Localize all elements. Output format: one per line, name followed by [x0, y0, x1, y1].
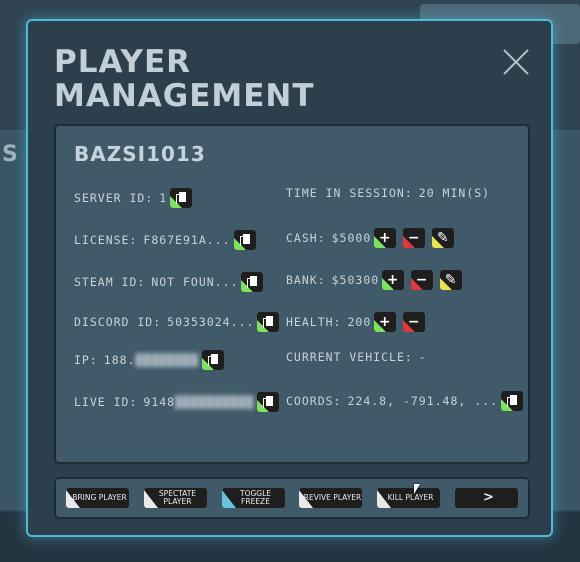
cash-value: $5000	[331, 231, 372, 245]
copy-icon	[263, 396, 274, 408]
cash-label: CASH:	[286, 231, 326, 245]
steam-id-value: NOT FOUN...	[151, 275, 239, 289]
current-vehicle-label: CURRENT VEHICLE:	[286, 350, 413, 364]
bring-player-button[interactable]: BRING PLAYER	[66, 488, 129, 508]
player-name: BAZSI1013	[74, 142, 206, 166]
minus-icon: −	[415, 272, 429, 288]
coords-field: COORDS: 224.8, -791.48, ...	[286, 391, 524, 411]
license-label: LICENSE:	[74, 233, 138, 247]
server-id-value: 1	[159, 191, 168, 205]
copy-live-id-button[interactable]	[257, 392, 280, 412]
copy-icon	[239, 234, 250, 246]
spectate-player-button[interactable]: SPECTATE PLAYER	[144, 488, 207, 508]
discord-id-field: DISCORD ID: 50353024...	[74, 312, 280, 332]
discord-id-value: 50353024...	[167, 315, 255, 329]
pencil-icon: ✎	[436, 230, 450, 246]
remove-bank-button[interactable]: −	[411, 270, 434, 290]
edit-cash-button[interactable]: ✎	[432, 228, 455, 248]
copy-icon	[176, 192, 187, 204]
close-icon[interactable]	[501, 47, 531, 77]
copy-steam-id-button[interactable]	[241, 272, 264, 292]
ip-label: IP:	[74, 353, 98, 367]
toggle-freeze-button[interactable]: TOGGLE FREEZE	[222, 488, 285, 508]
copy-license-button[interactable]	[233, 230, 256, 250]
plus-icon: +	[386, 272, 400, 288]
add-health-button[interactable]: +	[374, 312, 397, 332]
server-id-label: SERVER ID:	[74, 191, 154, 205]
copy-icon	[263, 316, 274, 328]
live-id-field: LIVE ID: 9148 ██████████	[74, 392, 280, 412]
bring-player-label: BRING PLAYER	[72, 493, 127, 502]
minus-icon: −	[407, 230, 421, 246]
live-id-label: LIVE ID:	[74, 395, 138, 409]
modal-title-line1: PLAYER	[54, 44, 191, 80]
plus-icon: +	[378, 230, 392, 246]
time-in-session-label: TIME IN SESSION:	[286, 186, 413, 200]
current-vehicle-value: -	[418, 350, 427, 364]
next-page-button[interactable]: >	[455, 488, 518, 508]
player-management-modal: PLAYER MANAGEMENT BAZSI1013 SERVER ID: 1…	[26, 19, 553, 537]
bank-label: BANK:	[286, 273, 326, 287]
copy-icon	[207, 354, 218, 366]
steam-id-field: STEAM ID: NOT FOUN...	[74, 272, 264, 292]
edit-bank-button[interactable]: ✎	[440, 270, 463, 290]
minus-icon: −	[407, 314, 421, 330]
time-in-session-value: 20 MIN(S)	[418, 186, 491, 200]
remove-health-button[interactable]: −	[403, 312, 426, 332]
remove-cash-button[interactable]: −	[403, 228, 426, 248]
copy-ip-button[interactable]	[201, 350, 224, 370]
coords-label: COORDS:	[286, 394, 342, 408]
modal-title-line2: MANAGEMENT	[54, 78, 315, 114]
revive-player-button[interactable]: REVIVE PLAYER	[299, 488, 362, 508]
background-letter: S	[2, 142, 18, 167]
player-info-panel: BAZSI1013 SERVER ID: 1 LICENSE: F867E91A…	[54, 124, 530, 464]
copy-discord-id-button[interactable]	[257, 312, 280, 332]
health-label: HEALTH:	[286, 315, 342, 329]
revive-player-label: REVIVE PLAYER	[303, 493, 362, 502]
license-field: LICENSE: F867E91A...	[74, 230, 256, 250]
plus-icon: +	[378, 314, 392, 330]
live-id-value-redacted: ██████████	[175, 395, 255, 409]
add-cash-button[interactable]: +	[374, 228, 397, 248]
bank-field: BANK: $50300 + − ✎	[286, 270, 463, 290]
chevron-right-icon: >	[483, 490, 494, 505]
ip-field: IP: 188. ████████	[74, 350, 224, 370]
spectate-player-label: SPECTATE PLAYER	[158, 489, 197, 506]
ip-value: 188.	[103, 353, 136, 367]
time-in-session-field: TIME IN SESSION: 20 MIN(S)	[286, 186, 490, 200]
steam-id-label: STEAM ID:	[74, 275, 146, 289]
bank-value: $50300	[331, 273, 380, 287]
live-id-value: 9148	[143, 395, 176, 409]
health-value: 200	[347, 315, 372, 329]
player-actions-bar: BRING PLAYER SPECTATE PLAYER TOGGLE FREE…	[54, 477, 530, 519]
discord-id-label: DISCORD ID:	[74, 315, 162, 329]
copy-icon	[507, 395, 518, 407]
server-id-field: SERVER ID: 1	[74, 188, 193, 208]
health-field: HEALTH: 200 + −	[286, 312, 426, 332]
kill-player-label: KILL PLAYER	[387, 493, 434, 502]
copy-server-id-button[interactable]	[170, 188, 193, 208]
coords-value: 224.8, -791.48, ...	[347, 394, 499, 408]
pencil-icon: ✎	[444, 272, 458, 288]
toggle-freeze-label: TOGGLE FREEZE	[239, 489, 272, 506]
license-value: F867E91A...	[143, 233, 231, 247]
copy-coords-button[interactable]	[501, 391, 524, 411]
copy-icon	[247, 276, 258, 288]
cash-field: CASH: $5000 + − ✎	[286, 228, 455, 248]
current-vehicle-field: CURRENT VEHICLE: -	[286, 350, 427, 364]
kill-player-button[interactable]: KILL PLAYER	[377, 488, 440, 508]
modal-title: PLAYER MANAGEMENT	[54, 45, 315, 113]
add-bank-button[interactable]: +	[382, 270, 405, 290]
ip-value-redacted: ████████	[135, 353, 199, 367]
